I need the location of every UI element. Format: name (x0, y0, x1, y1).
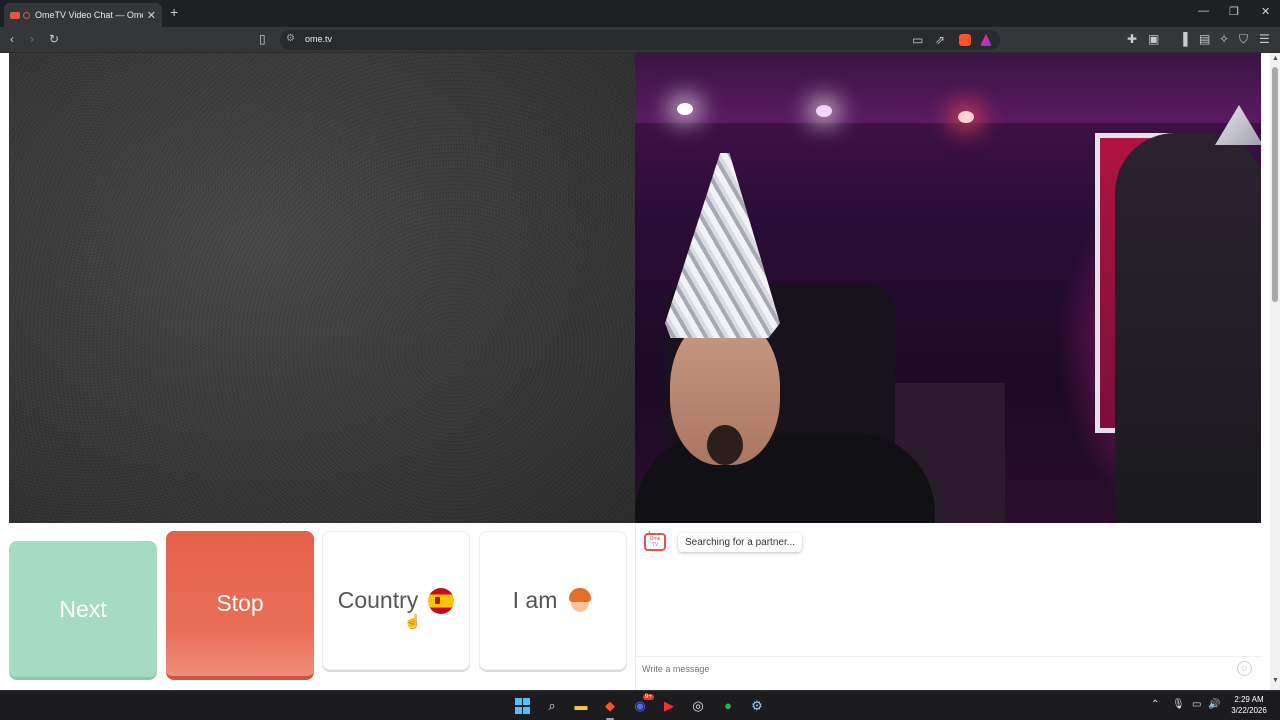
system-clock[interactable]: 2:29 AM 3/22/2026 (1226, 694, 1272, 716)
sidebar-icon[interactable]: ▐ (1179, 32, 1188, 46)
cast-icon[interactable]: ▭ (912, 33, 923, 47)
minimize-button[interactable]: — (1198, 5, 1209, 17)
back-icon[interactable]: ‹ (10, 32, 14, 46)
leo-ai-icon[interactable]: ✧ (1219, 32, 1229, 46)
recording-indicator-icon (23, 11, 30, 19)
message-input-row: ☺ (636, 656, 1262, 680)
wallet-icon[interactable]: ▤ (1199, 32, 1210, 46)
extensions-icon[interactable]: ✚ (1127, 32, 1137, 46)
tab-strip: OmeTV Video Chat — Omeg ✕ + — ❐ ✕ (0, 0, 1280, 27)
scrollbar-thumb[interactable] (1272, 67, 1278, 302)
tinfoil-hat (665, 153, 780, 338)
stop-button[interactable]: Stop (166, 531, 314, 680)
tab-title: OmeTV Video Chat — Omeg (35, 10, 143, 20)
ometv-logo-icon: Ome TV (644, 533, 666, 551)
scroll-up-icon[interactable]: ▲ (1272, 55, 1279, 62)
tab-search-icon[interactable]: ▣ (1148, 32, 1159, 46)
brave-rewards-icon[interactable] (980, 34, 992, 46)
remote-video-feed (635, 53, 1261, 523)
scroll-down-icon[interactable]: ▼ (1272, 677, 1279, 684)
reload-icon[interactable]: ↻ (49, 32, 59, 46)
discord-icon[interactable]: ◉ (632, 698, 648, 714)
stop-button-label: Stop (216, 590, 264, 616)
ceiling-light (816, 105, 832, 117)
close-window-button[interactable]: ✕ (1261, 5, 1270, 18)
volume-icon[interactable]: 🔊 (1208, 699, 1220, 710)
i-am-button[interactable]: I am (479, 531, 627, 670)
tray-overflow-icon[interactable]: ⌃ (1151, 699, 1159, 710)
static-noise (9, 53, 635, 523)
ceiling-light (958, 111, 974, 123)
new-tab-button[interactable]: + (170, 4, 178, 20)
person-torso (635, 433, 935, 523)
windows-taskbar: ⌕ ▬ ◆ ◉ 9+ ▶ ◎ ● ⚙ ⌃ 🎙 ▭ 🔊 2:29 AM 3/22/… (0, 690, 1280, 720)
local-video-feed (9, 53, 635, 523)
tab-close-icon[interactable]: ✕ (147, 9, 156, 22)
forward-icon[interactable]: › (30, 32, 34, 46)
ometv-favicon-icon (10, 11, 20, 19)
windows-start-icon[interactable] (515, 698, 531, 714)
obs-icon[interactable]: ◎ (690, 698, 706, 714)
site-settings-icon[interactable]: ⚙ (286, 33, 295, 44)
file-explorer-icon[interactable]: ▬ (573, 698, 589, 714)
spotify-icon[interactable]: ● (720, 698, 736, 714)
bookmark-icon[interactable]: ▯ (259, 32, 266, 46)
country-button[interactable]: Country (322, 531, 470, 670)
search-icon[interactable]: ⌕ (544, 698, 560, 714)
status-message: Searching for a partner... (678, 533, 803, 552)
ceiling-light (677, 103, 693, 115)
display-icon[interactable]: ▭ (1192, 699, 1201, 710)
i-am-button-label: I am (512, 587, 558, 613)
spain-flag-icon (428, 587, 455, 614)
clock-date: 3/22/2026 (1231, 706, 1267, 715)
brave-browser-icon[interactable]: ◆ (602, 698, 618, 714)
share-icon[interactable]: ⇗ (935, 33, 945, 47)
navigation-bar: ‹ › ↻ ▯ ⚙ ome.tv ▭ ⇗ ✚ ▣ ▐ ▤ ✧ ⛉ ☰ (0, 27, 1280, 53)
person-beard (707, 425, 743, 465)
mouse-cursor-icon: ☝ (404, 613, 422, 629)
clock-time: 2:29 AM (1234, 695, 1264, 704)
boy-avatar-icon (567, 587, 593, 614)
background-person (1115, 133, 1261, 523)
next-button[interactable]: Next (9, 541, 157, 680)
country-button-label: Country (337, 587, 419, 613)
next-button-label: Next (59, 595, 107, 622)
youtube-icon[interactable]: ▶ (661, 698, 677, 714)
url-text: ome.tv (305, 34, 333, 44)
browser-tab-active[interactable]: OmeTV Video Chat — Omeg ✕ (4, 3, 162, 27)
smiley-icon[interactable]: ☺ (1237, 661, 1252, 676)
vpn-shield-icon[interactable]: ⛉ (1239, 32, 1248, 46)
chat-panel: Ome TV Searching for a partner... ☺ (635, 523, 1262, 690)
page-scrollbar[interactable]: ▲ ▼ (1270, 53, 1280, 690)
message-input[interactable] (642, 661, 1202, 677)
microphone-icon[interactable]: 🎙 (1172, 699, 1185, 710)
menu-icon[interactable]: ☰ (1259, 32, 1270, 46)
brave-shields-icon[interactable] (959, 34, 971, 46)
discord-badge: 9+ (643, 694, 654, 700)
steam-icon[interactable]: ⚙ (749, 698, 765, 714)
restore-button[interactable]: ❐ (1229, 5, 1239, 18)
video-ceiling (635, 53, 1261, 123)
address-bar[interactable]: ⚙ ome.tv ▭ ⇗ (280, 30, 1000, 50)
